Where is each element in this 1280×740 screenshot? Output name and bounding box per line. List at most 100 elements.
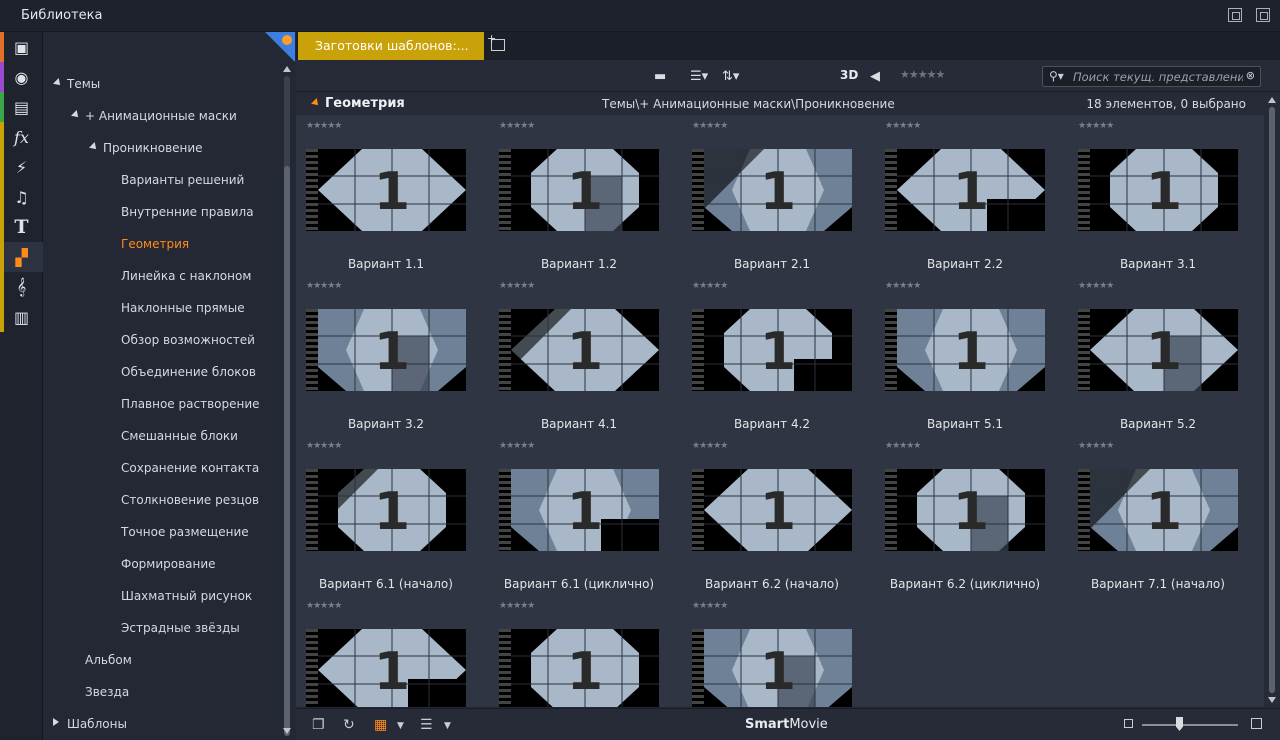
template-tile[interactable]: ★★★★★ 1 Вариант 5.2 <box>1068 275 1248 435</box>
tree-item-leaf[interactable]: Варианты решений <box>121 170 244 190</box>
rating-stars[interactable]: ★★★★★ <box>692 601 728 611</box>
tab-template-presets[interactable]: Заготовки шаблонов:... <box>298 32 484 60</box>
template-tile[interactable]: ★★★★★ 1 <box>296 595 476 707</box>
rating-stars[interactable]: ★★★★★ <box>499 601 535 611</box>
template-tile[interactable]: ★★★★★ 1 Вариант 1.2 <box>489 115 669 275</box>
rating-stars[interactable]: ★★★★★ <box>306 281 342 291</box>
sort-icon[interactable]: ⇅▾ <box>722 69 739 84</box>
chevron-down-icon[interactable]: ▼ <box>397 721 404 731</box>
tag-icon[interactable]: ◀ <box>870 69 880 84</box>
template-thumbnail[interactable]: 1 <box>499 469 659 551</box>
template-tile[interactable]: ★★★★★ 1 Вариант 1.1 <box>296 115 476 275</box>
template-thumbnail[interactable]: 1 <box>692 309 852 391</box>
smartmovie-button[interactable]: SmartMovie <box>745 717 828 732</box>
zoom-slider-thumb[interactable] <box>1176 717 1183 731</box>
template-thumbnail[interactable]: 1 <box>306 469 466 551</box>
search-icon[interactable]: ⚲▾ <box>1049 69 1064 83</box>
photos-icon[interactable]: ▤ <box>0 92 43 122</box>
tree-item-leaf[interactable]: Линейка с наклоном <box>121 266 251 286</box>
rating-stars[interactable]: ★★★★★ <box>306 441 342 451</box>
template-tile[interactable]: ★★★★★ 1 Вариант 6.1 (начало) <box>296 435 476 595</box>
rating-stars[interactable]: ★★★★★ <box>499 441 535 451</box>
zoom-large-icon[interactable] <box>1251 718 1262 729</box>
transition-lightning-icon[interactable]: ⚡ <box>0 152 43 182</box>
tree-item-penetration[interactable]: Проникновение <box>103 138 203 158</box>
tree-item-templates[interactable]: Шаблоны <box>67 714 127 734</box>
grid-view-icon[interactable]: ▦ <box>374 717 387 733</box>
template-tile[interactable]: ★★★★★ 1 <box>489 595 669 707</box>
template-thumbnail[interactable]: 1 <box>885 149 1045 231</box>
template-tile[interactable]: ★★★★★ 1 <box>682 595 862 707</box>
tree-item-leaf[interactable]: Объединение блоков <box>121 362 256 382</box>
tree-item-leaf[interactable]: Наклонные прямые <box>121 298 245 318</box>
rating-filter[interactable]: ★★★★★ <box>900 68 945 81</box>
collapse-arrow-icon[interactable] <box>71 110 81 120</box>
group-title[interactable]: Геометрия <box>325 96 405 111</box>
template-thumbnail[interactable]: 1 <box>1078 149 1238 231</box>
search-input[interactable] <box>1073 68 1243 85</box>
template-tile[interactable]: ★★★★★ 1 Вариант 3.1 <box>1068 115 1248 275</box>
tree-item-leaf[interactable]: Формирование <box>121 554 216 574</box>
search-box[interactable]: ⚲▾ ⊗ <box>1042 66 1261 87</box>
chevron-down-icon[interactable]: ▼ <box>444 721 451 731</box>
film-reel-icon[interactable]: ◉ <box>0 62 43 92</box>
tree-item-leaf[interactable]: Внутренние правила <box>121 202 254 222</box>
tree-item-star[interactable]: Звезда <box>85 682 129 702</box>
collapse-arrow-icon[interactable] <box>53 78 63 88</box>
template-tile[interactable]: ★★★★★ 1 Вариант 3.2 <box>296 275 476 435</box>
template-thumbnail[interactable]: 1 <box>499 149 659 231</box>
add-tab-icon[interactable] <box>487 32 505 51</box>
library-box-icon[interactable]: ▣ <box>0 32 43 62</box>
scroll-down-icon[interactable] <box>1268 697 1276 703</box>
template-thumbnail[interactable]: 1 <box>885 469 1045 551</box>
list-view-icon[interactable]: ☰▾ <box>690 69 708 84</box>
piano-icon[interactable]: ▥ <box>0 302 43 332</box>
template-tile[interactable]: ★★★★★ 1 Вариант 2.1 <box>682 115 862 275</box>
tree-item-leaf[interactable]: Столкновение резцов <box>121 490 259 510</box>
undock-icon[interactable] <box>1228 8 1242 22</box>
tree-item-leaf[interactable]: Плавное растворение <box>121 394 260 414</box>
tree-item-leaf[interactable]: Шахматный рисунок <box>121 586 252 606</box>
rating-stars[interactable]: ★★★★★ <box>692 121 728 131</box>
rating-stars[interactable]: ★★★★★ <box>1078 121 1114 131</box>
rating-stars[interactable]: ★★★★★ <box>306 601 342 611</box>
scroll-up-icon[interactable] <box>1268 97 1276 103</box>
expand-arrow-icon[interactable] <box>53 718 59 726</box>
tree-item-leaf[interactable]: Обзор возможностей <box>121 330 255 350</box>
tree-item-leaf[interactable]: Геометрия <box>121 234 189 254</box>
treble-clef-icon[interactable]: 𝄞 <box>0 272 43 302</box>
zoom-slider-track[interactable] <box>1142 724 1238 726</box>
template-thumbnail[interactable]: 1 <box>1078 469 1238 551</box>
tree-item-themes[interactable]: Темы <box>67 74 100 94</box>
template-thumbnail[interactable]: 1 <box>692 469 852 551</box>
templates-icon[interactable]: ▞ <box>0 242 43 272</box>
refresh-icon[interactable]: ↻ <box>343 717 355 733</box>
scroll-thumb[interactable] <box>1269 107 1275 693</box>
tree-item-album[interactable]: Альбом <box>85 650 132 670</box>
effects-fx-icon[interactable]: fx <box>0 122 43 152</box>
template-tile[interactable]: ★★★★★ 1 Вариант 5.1 <box>875 275 1055 435</box>
rating-stars[interactable]: ★★★★★ <box>885 121 921 131</box>
tree-item-leaf[interactable]: Смешанные блоки <box>121 426 238 446</box>
tree-scrollbar[interactable] <box>283 66 291 736</box>
scroll-up-icon[interactable] <box>283 66 291 72</box>
3d-filter-button[interactable]: 3D <box>840 68 858 82</box>
rating-stars[interactable]: ★★★★★ <box>1078 281 1114 291</box>
template-thumbnail[interactable]: 1 <box>885 309 1045 391</box>
template-thumbnail[interactable]: 1 <box>1078 309 1238 391</box>
template-thumbnail[interactable]: 1 <box>306 309 466 391</box>
template-thumbnail[interactable]: 1 <box>692 629 852 707</box>
menu-icon[interactable]: ☰ <box>420 717 433 733</box>
tree-item-masks[interactable]: + Анимационные маски <box>85 106 237 126</box>
grid-scrollbar[interactable] <box>1264 93 1280 707</box>
scroll-down-icon[interactable] <box>283 728 291 734</box>
stack-icon[interactable]: ❐ <box>312 717 325 733</box>
collapse-arrow-icon[interactable] <box>89 142 99 152</box>
rating-stars[interactable]: ★★★★★ <box>692 441 728 451</box>
tree-item-leaf[interactable]: Эстрадные звёзды <box>121 618 240 638</box>
template-thumbnail[interactable]: 1 <box>306 629 466 707</box>
group-collapse-icon[interactable] <box>311 98 321 108</box>
rating-stars[interactable]: ★★★★★ <box>1078 441 1114 451</box>
template-tile[interactable]: ★★★★★ 1 Вариант 2.2 <box>875 115 1055 275</box>
template-tile[interactable]: ★★★★★ 1 Вариант 6.2 (циклично) <box>875 435 1055 595</box>
